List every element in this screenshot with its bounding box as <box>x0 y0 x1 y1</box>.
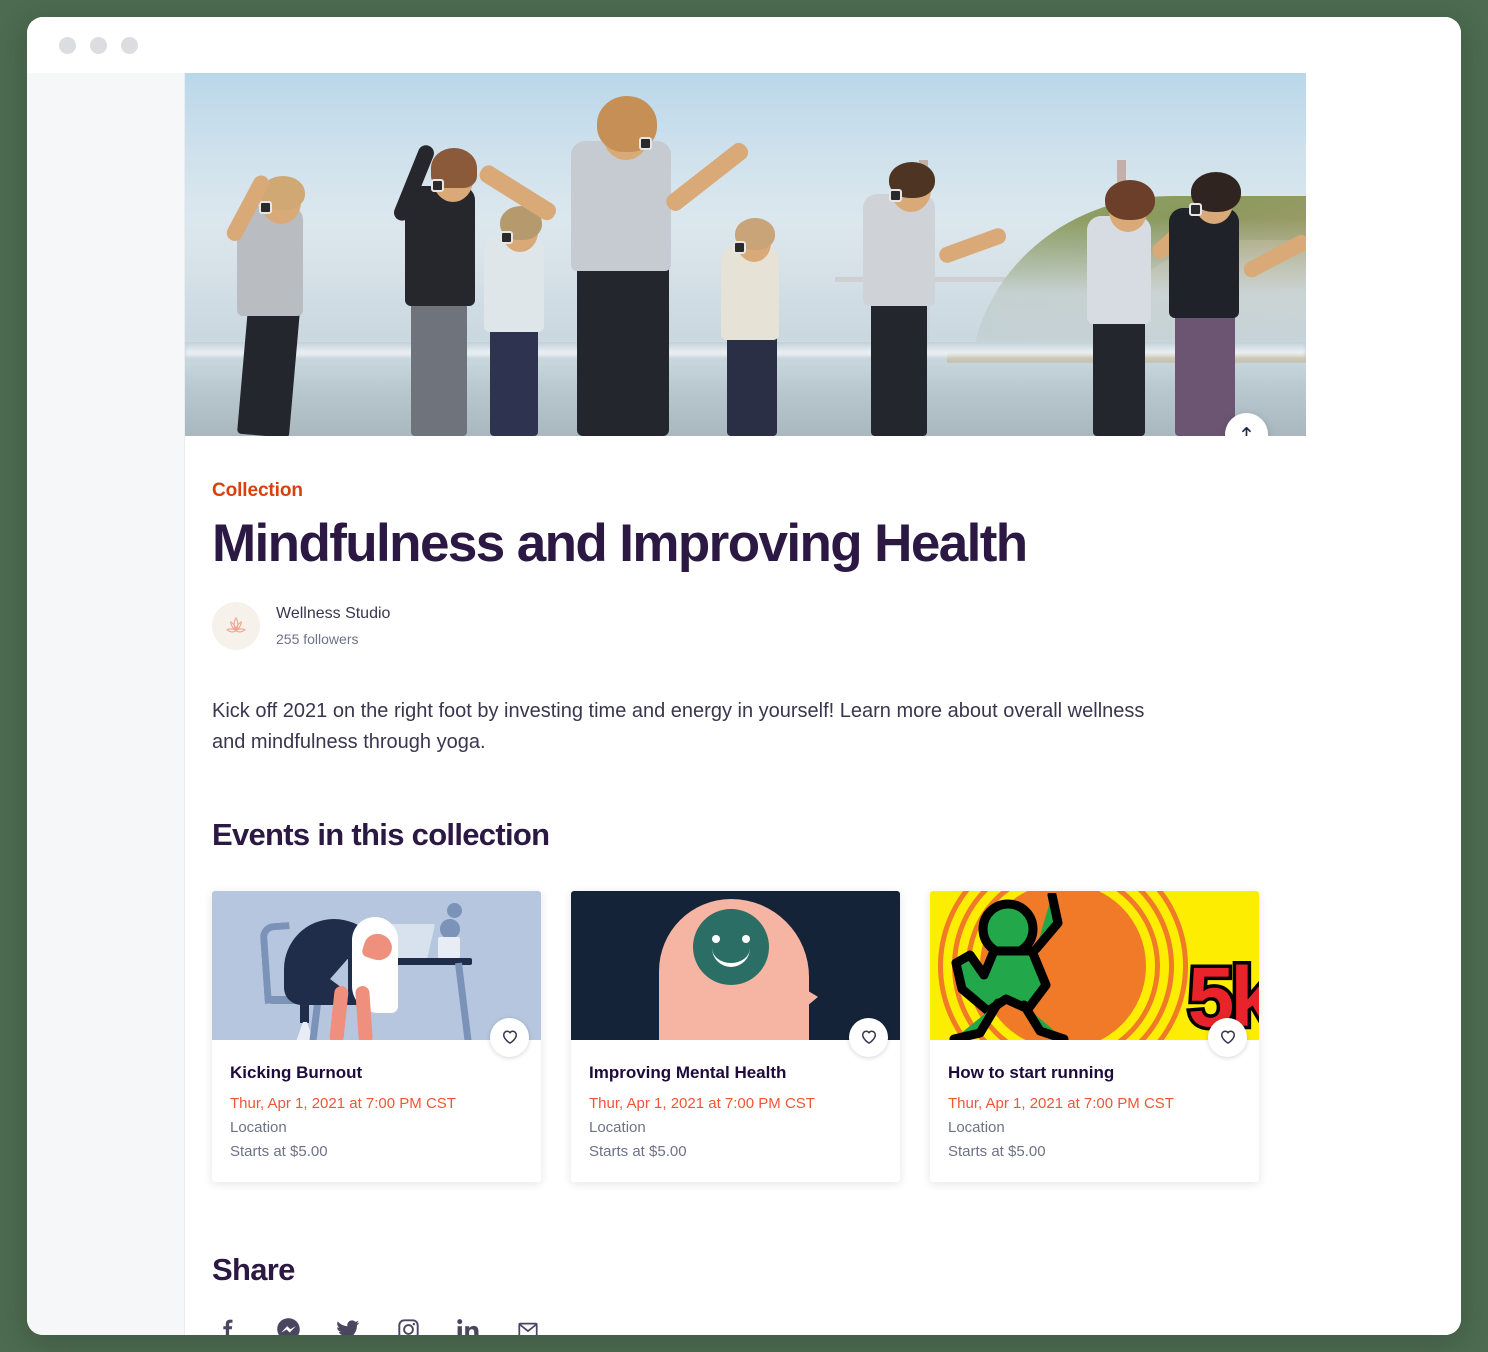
dancer-6 <box>845 146 1009 436</box>
dancer-8 <box>1145 136 1306 436</box>
event-price: Starts at $5.00 <box>948 1142 1046 1160</box>
event-title: Kicking Burnout <box>230 1062 363 1082</box>
heart-icon <box>502 1030 517 1044</box>
beach-dance-photo <box>185 73 1306 436</box>
left-rail <box>27 73 185 1335</box>
mental-health-illustration <box>571 890 900 1040</box>
twitter-icon[interactable] <box>332 1314 364 1335</box>
dancer-4 <box>476 91 752 436</box>
share-icons-row <box>212 1314 1461 1335</box>
organizer-name: Wellness Studio <box>276 605 391 623</box>
event-image <box>571 890 900 1040</box>
event-date: Thur, Apr 1, 2021 at 7:00 PM CST <box>948 1094 1174 1112</box>
runner-figure <box>949 892 1069 1040</box>
main-content: Collection Mindfulness and Improving Hea… <box>185 73 1461 1335</box>
burnout-illustration <box>212 890 541 1040</box>
event-title: How to start running <box>948 1062 1115 1082</box>
event-price: Starts at $5.00 <box>589 1142 687 1160</box>
desktop-background: Collection Mindfulness and Improving Hea… <box>0 0 1488 1352</box>
facebook-icon[interactable] <box>212 1314 244 1335</box>
heart-icon <box>1220 1030 1235 1044</box>
avatar <box>212 602 260 651</box>
event-price: Starts at $5.00 <box>230 1142 328 1160</box>
running-illustration: 5k <box>930 890 1259 1040</box>
page-title: Mindfulness and Improving Health <box>212 514 1028 573</box>
event-card[interactable]: Improving Mental Health Thur, Apr 1, 202… <box>571 890 900 1182</box>
organizer-followers: 255 followers <box>276 631 359 648</box>
events-list: Kicking Burnout Thur, Apr 1, 2021 at 7:0… <box>212 890 1461 1182</box>
page-body: Collection Mindfulness and Improving Hea… <box>27 73 1461 1335</box>
close-button[interactable] <box>59 36 76 54</box>
dancer-5 <box>705 206 825 436</box>
maximize-button[interactable] <box>121 36 138 54</box>
upload-icon <box>1242 426 1251 436</box>
share-heading: Share <box>212 1251 295 1287</box>
messenger-icon[interactable] <box>272 1314 304 1335</box>
event-details: Improving Mental Health Thur, Apr 1, 202… <box>571 1040 900 1182</box>
event-date: Thur, Apr 1, 2021 at 7:00 PM CST <box>230 1094 456 1112</box>
events-heading: Events in this collection <box>212 816 550 852</box>
collection-article: Collection Mindfulness and Improving Hea… <box>185 436 1461 1335</box>
linkedin-icon[interactable] <box>452 1314 484 1335</box>
minimize-button[interactable] <box>90 36 107 54</box>
event-location: Location <box>230 1118 287 1136</box>
event-location: Location <box>589 1118 646 1136</box>
favorite-button[interactable] <box>490 1017 529 1057</box>
instagram-icon[interactable] <box>392 1314 424 1335</box>
email-icon[interactable] <box>512 1314 544 1335</box>
collection-description: Kick off 2021 on the right foot by inves… <box>212 700 1145 754</box>
favorite-button[interactable] <box>849 1017 888 1057</box>
event-details: How to start running Thur, Apr 1, 2021 a… <box>930 1040 1259 1182</box>
event-image <box>212 890 541 1040</box>
window-titlebar <box>27 17 1461 73</box>
event-details: Kicking Burnout Thur, Apr 1, 2021 at 7:0… <box>212 1040 541 1182</box>
event-card[interactable]: Kicking Burnout Thur, Apr 1, 2021 at 7:0… <box>212 890 541 1182</box>
event-title: Improving Mental Health <box>589 1062 787 1082</box>
event-card[interactable]: 5k How to start running Thur, Apr 1, 202… <box>930 890 1259 1182</box>
organizer-row[interactable]: Wellness Studio 255 followers <box>212 602 1461 651</box>
favorite-button[interactable] <box>1208 1017 1247 1057</box>
hero-image <box>185 73 1306 436</box>
event-location: Location <box>948 1118 1005 1136</box>
heart-icon <box>861 1030 876 1044</box>
dancer-1 <box>215 146 345 436</box>
lotus-icon <box>226 616 246 633</box>
browser-window: Collection Mindfulness and Improving Hea… <box>27 17 1461 1335</box>
event-image: 5k <box>930 890 1259 1040</box>
event-date: Thur, Apr 1, 2021 at 7:00 PM CST <box>589 1094 815 1112</box>
collection-kicker: Collection <box>212 480 303 501</box>
